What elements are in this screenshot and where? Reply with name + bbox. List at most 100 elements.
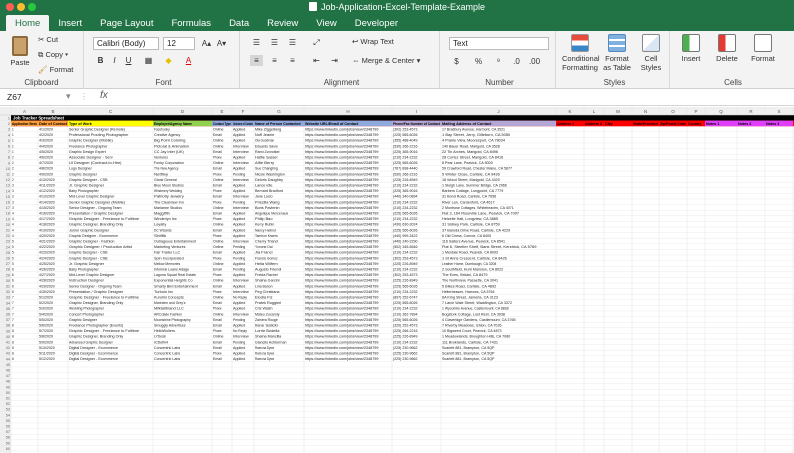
font-name-select[interactable]: Calibri (Body) xyxy=(93,37,159,50)
header-cell: State/Province xyxy=(633,122,658,126)
data-cell: (210) 234-2232 xyxy=(393,251,418,255)
data-cell: 4/30/2020 xyxy=(39,290,55,294)
data-cell: 5/4/2020 xyxy=(39,312,53,316)
row-number: 53 xyxy=(6,408,10,412)
tab-view[interactable]: View xyxy=(307,15,345,31)
data-cell: 37 Baroda Drive Road, Carlisle, CA 4229 xyxy=(442,228,510,232)
name-box[interactable]: Z67 xyxy=(4,91,62,104)
function-icon[interactable]: fx xyxy=(100,90,108,101)
data-cell: Rami Zvorotkei xyxy=(255,150,280,154)
name-box-dropdown-icon[interactable]: ▾ xyxy=(66,91,71,102)
spreadsheet-grid[interactable]: ABCDEFGHIJKLMNOPQRST12345678910111213141… xyxy=(0,107,794,453)
increase-font-size-icon[interactable]: A▴ xyxy=(200,38,213,49)
cell-styles-button[interactable]: Cell Styles xyxy=(636,34,666,72)
delete-cells-button[interactable]: Delete xyxy=(712,34,742,63)
data-cell: Freelance Photographer (Events) xyxy=(69,324,123,328)
data-cell: Interview xyxy=(233,335,249,339)
tab-page-layout[interactable]: Page Layout xyxy=(91,15,162,31)
grid-canvas[interactable]: ABCDEFGHIJKLMNOPQRST12345678910111213141… xyxy=(0,107,794,453)
tab-formulas[interactable]: Formulas xyxy=(162,15,220,31)
data-cell: River Lan, Cardenford, CA 4617 xyxy=(442,200,495,204)
data-cell: Email xyxy=(213,133,222,137)
borders-icon[interactable]: ▦ xyxy=(142,55,155,66)
decrease-font-size-icon[interactable]: A▾ xyxy=(215,38,228,49)
row-number: 12 xyxy=(6,178,10,182)
data-cell: https://www.linkedin.com/jobs/view/23487… xyxy=(305,290,379,294)
data-cell: 8 xyxy=(12,352,14,356)
data-cell: Applied xyxy=(233,251,245,255)
data-cell: (210) 362-7894 xyxy=(393,312,418,316)
data-cell: Baby Photographer xyxy=(69,268,100,272)
tab-data[interactable]: Data xyxy=(220,15,258,31)
align-bottom-icon[interactable]: ☰ xyxy=(286,37,299,48)
styles-group-label: Styles xyxy=(603,78,626,87)
italic-button[interactable]: I xyxy=(108,55,121,66)
merge-center-button[interactable]: ⇔ Merge & Center ▾ xyxy=(352,56,420,65)
format-cells-label: Format xyxy=(751,54,775,63)
data-cell: Email xyxy=(213,212,222,216)
data-cell: https://www.linkedin.com/jobs/view/23487… xyxy=(305,284,379,288)
align-right-icon[interactable]: ≡ xyxy=(286,55,299,66)
number-format-value: Text xyxy=(453,39,468,48)
font-size-select[interactable]: 12 xyxy=(163,37,195,50)
data-cell: Shaina Mancilla xyxy=(255,335,281,339)
data-cell: (210) 234-2232 xyxy=(393,290,418,294)
data-cell: 5/3/2020 xyxy=(39,307,53,311)
data-cell: Zainera Rouge xyxy=(255,318,278,322)
align-top-icon[interactable]: ☰ xyxy=(250,37,263,48)
bold-button[interactable]: B xyxy=(94,55,107,66)
increase-decimal-icon[interactable]: .0 xyxy=(510,56,523,67)
data-cell: Applied xyxy=(233,212,245,216)
format-cells-button[interactable]: Format xyxy=(748,34,778,63)
underline-button[interactable]: U xyxy=(122,55,135,66)
orientation-icon[interactable]: ⤢ xyxy=(310,37,323,48)
wrap-text-button[interactable]: ↩ Wrap Text xyxy=(352,37,394,46)
data-cell: 2 xyxy=(12,156,14,160)
tab-insert[interactable]: Insert xyxy=(49,15,91,31)
data-cell: (302) 253-4573 xyxy=(393,128,418,132)
cut-button[interactable]: ✂ Cut xyxy=(38,35,58,44)
row-number: 38 xyxy=(6,324,10,328)
align-left-icon[interactable]: ≡ xyxy=(250,55,263,66)
paste-button[interactable]: Paste xyxy=(6,36,34,67)
copy-button[interactable]: ⧉ Copy ▾ xyxy=(38,50,68,60)
data-cell: 140 Bauer Road, Marigold, CA 3528 xyxy=(442,144,500,148)
row-number: 18 xyxy=(6,212,10,216)
fill-color-icon[interactable]: ◆ xyxy=(162,55,175,66)
data-cell: Pending xyxy=(233,200,245,204)
tab-developer[interactable]: Developer xyxy=(346,15,407,31)
currency-button[interactable]: $ xyxy=(450,56,463,67)
data-cell: Online xyxy=(213,128,224,132)
tab-review[interactable]: Review xyxy=(258,15,307,31)
data-cell: Priscilla Wang xyxy=(255,200,280,204)
data-cell: 7 xyxy=(12,312,14,316)
insert-cells-button[interactable]: Insert xyxy=(676,34,706,63)
increase-indent-icon[interactable]: ⇥ xyxy=(328,55,341,66)
comma-style-icon[interactable]: ⁹ xyxy=(492,56,505,67)
align-middle-icon[interactable]: ☰ xyxy=(268,37,281,48)
percent-button[interactable]: % xyxy=(472,56,485,67)
data-cell: (440) 240-2290 xyxy=(393,240,418,244)
row-number: 41 xyxy=(6,341,10,345)
tab-home[interactable]: Home xyxy=(6,15,50,31)
format-painter-button[interactable]: 🖌 Format xyxy=(38,65,73,74)
decrease-indent-icon[interactable]: ⇤ xyxy=(310,55,323,66)
data-cell: Francis Gomez xyxy=(255,256,278,260)
conditional-formatting-button[interactable]: Conditional Formatting xyxy=(562,34,600,72)
number-format-select[interactable]: Text xyxy=(449,37,549,50)
format-as-table-button[interactable]: Format as Table xyxy=(600,34,634,72)
column-header-bar[interactable] xyxy=(0,107,794,115)
align-center-icon[interactable]: ≡ xyxy=(268,55,281,66)
font-color-icon[interactable]: A xyxy=(182,55,195,66)
data-cell: 17 Bradbury Avenue, Harmont, CA 3521 xyxy=(442,128,505,132)
data-cell: Email xyxy=(213,184,222,188)
data-cell: https://www.linkedin.com/jobs/view/23487… xyxy=(305,346,379,350)
row-number: 54 xyxy=(6,413,10,417)
title-row-bg[interactable] xyxy=(11,115,794,121)
data-cell: Online xyxy=(213,161,224,165)
data-cell: (302) 253-4573 xyxy=(393,273,418,277)
formula-input[interactable] xyxy=(120,91,794,104)
data-cell: 5/5/2020 xyxy=(39,318,53,322)
decrease-decimal-icon[interactable]: .00 xyxy=(528,56,541,67)
data-cell: ARCclade Fashion xyxy=(154,312,182,316)
